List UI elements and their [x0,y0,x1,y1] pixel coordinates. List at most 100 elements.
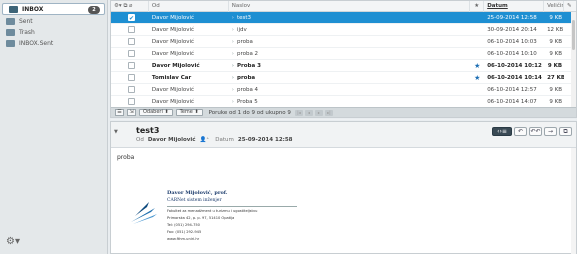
message-list: ⚙▾ ⧉ ⌀ Od Naslov ★ Datum Veličina ✎ Davo… [110,0,577,120]
sender-name[interactable]: Davor Mijolović [148,137,196,143]
signature-line: Tel: (051) 294-750 [167,223,200,227]
row-from: Davor Mijolović [151,50,195,57]
next-page-button[interactable]: ▸ [314,109,323,116]
folder-sent[interactable]: Sent [0,16,107,27]
preview-subject: test3 [136,126,160,135]
add-contact-icon[interactable]: 👤⁺ [200,137,210,143]
select-dropdown[interactable]: Odaberi ⬍ [139,109,173,116]
row-checkbox-cell [111,60,149,72]
prev-page-button[interactable]: ◂ [304,109,313,116]
flag-icon[interactable] [470,84,484,96]
column-date[interactable]: Datum [484,0,545,12]
gear-icon[interactable]: ⚙▾ [6,236,22,248]
column-subject[interactable]: Naslov [229,0,471,12]
open-window-icon[interactable]: ⧉ [559,127,572,136]
threads-dropdown[interactable]: Teme ⬍ [175,109,203,116]
row-checkbox[interactable] [127,74,135,81]
table-row[interactable]: Davor Mijolović › proba 2 06-10-2014 10:10 9… [111,48,576,60]
webmail-app: INBOX 2 Sent Trash INBOX.Sent ⚙▾ ⚙▾ ⧉ ⌀ … [0,0,577,254]
preview-meta: Od Davor Mijolović 👤⁺ Datum 25-09-2014 1… [136,137,293,143]
forward-icon[interactable]: → [544,127,557,136]
list-menu-icon[interactable]: ☰ [115,109,124,116]
signature-link[interactable]: www.fthm.uniri.hr [167,237,199,241]
column-from[interactable]: Od [149,0,229,12]
row-checkbox[interactable] [127,62,135,69]
row-checkbox[interactable] [127,13,135,24]
signature-name: Davor Mijolović, prof. [167,190,228,196]
row-checkbox[interactable] [127,38,135,45]
row-size: 9 KB [549,98,563,105]
thread-arrow-icon: › [231,50,234,57]
row-checkbox-cell [111,24,149,36]
thread-arrow-icon: › [231,26,234,33]
pager-text: Poruke od 1 do 9 od ukupno 9 [208,109,291,116]
date-label: Datum [215,137,234,143]
threads-toggle-icon[interactable]: ⇲ [127,109,136,116]
flag-column-icon[interactable]: ★ [470,0,485,12]
row-subject: › proba 2 [229,48,470,60]
attachment-column-icon[interactable]: ✎ [564,1,576,12]
reply-all-icon[interactable]: ↶↶ [529,127,542,136]
flag-icon[interactable] [470,36,484,48]
inbox-icon [9,5,18,13]
thread-arrow-icon: › [231,74,235,81]
table-row[interactable]: Davor Mijolović › ijdv 30-09-2014 20:14 12 K… [111,24,576,36]
table-row[interactable]: Davor Mijolović › proba 06-10-2014 10:03 9 K… [111,36,576,48]
institution-logo [131,202,157,224]
flag-icon[interactable] [470,24,484,36]
signature-line: Fax: (051) 292-945 [167,230,202,234]
flag-icon[interactable] [470,96,484,108]
message-body: proba [117,154,135,161]
column-size[interactable]: Veličina [544,0,565,12]
thread-arrow-icon: › [231,14,234,21]
row-from: Davor Mijolović [151,26,195,33]
folder-label: INBOX [22,5,44,13]
row-size: 9 KB [549,50,563,57]
table-row[interactable]: Tomislav Car › proba ★ 06-10-2014 10:14 27 KB [111,72,576,84]
first-page-button[interactable]: |◂ [294,109,303,116]
table-row[interactable]: Davor Mijolović › Proba 3 ★ 06-10-2014 10:12… [111,60,576,72]
reply-icon[interactable]: ↶ [514,127,527,136]
preview-actions: ‹›≡ ↶ ↶↶ → ⧉ [490,127,572,136]
list-options-icon[interactable]: ⚙▾ ⧉ ⌀ [111,0,149,12]
list-scrollbar[interactable] [571,12,576,109]
row-checkbox-cell [111,12,149,24]
row-checkbox-cell [111,96,149,108]
view-source-button[interactable]: ‹›≡ [492,127,512,136]
flag-icon[interactable] [470,48,484,60]
row-subject-text: proba [236,38,253,45]
last-page-button[interactable]: ▸| [324,109,333,116]
flag-icon[interactable]: ★ [470,60,484,72]
folder-inbox[interactable]: INBOX 2 [2,3,105,15]
thread-arrow-icon: › [231,62,235,69]
row-subject: › ijdv [229,24,470,36]
row-size: 9 KB [549,14,563,21]
row-subject-text: proba 4 [236,86,259,93]
row-from: Davor Mijolović [151,62,200,69]
unread-badge: 2 [88,6,100,14]
row-checkbox[interactable] [127,98,135,105]
folder-trash[interactable]: Trash [0,27,107,38]
folder-icon [6,29,15,36]
flag-icon[interactable] [470,12,484,24]
signature-divider [167,206,297,207]
thread-arrow-icon: › [231,98,234,105]
message-date: 25-09-2014 12:58 [237,137,293,143]
row-date: 06-10-2014 12:57 [487,86,537,93]
folder-icon [6,40,15,47]
row-from: Davor Mijolović [151,38,195,45]
table-row[interactable]: Davor Mijolović › proba 4 06-10-2014 12:57 9… [111,84,576,96]
folder-inbox-sent[interactable]: INBOX.Sent [0,38,107,49]
scroll-thumb[interactable] [572,20,575,50]
flag-icon[interactable]: ★ [470,72,484,84]
row-subject: › proba 4 [229,84,470,96]
row-checkbox[interactable] [127,86,135,93]
collapse-header-icon[interactable]: ▼ [114,129,118,135]
thread-arrow-icon: › [231,38,234,45]
row-checkbox[interactable] [127,50,135,57]
preview-header: ▼ test3 Od Davor Mijolović 👤⁺ Datum 25-0… [111,122,576,148]
row-size: 12 KB [547,26,564,33]
table-row[interactable]: Davor Mijolović ›test3 25-09-2014 12:58 9 K… [111,12,576,24]
preview-scrollbar[interactable] [571,148,576,254]
row-checkbox[interactable] [127,26,135,33]
